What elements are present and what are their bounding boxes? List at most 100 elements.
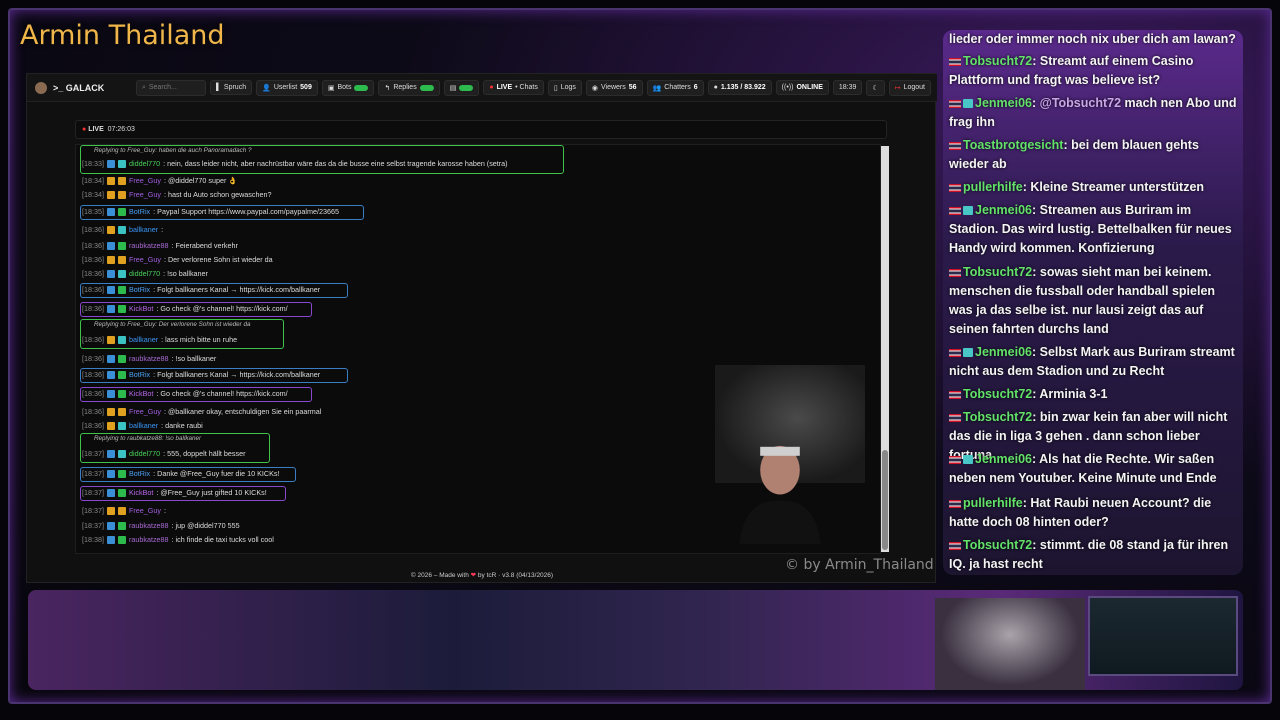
message-username[interactable]: KickBot: [129, 389, 153, 398]
reply-context: Replying to Free_Guy: haben die auch Pan…: [94, 147, 252, 154]
overlay-message: Tobsucht72: Arminia 3-1: [949, 385, 1241, 404]
message-username[interactable]: ballkaner: [129, 421, 158, 430]
theme-toggle[interactable]: ☾: [866, 79, 885, 96]
badge-icon: [106, 225, 115, 234]
message-text: : 555, doppelt hällt besser: [163, 449, 246, 458]
message-timestamp: [18:36]: [82, 241, 104, 250]
moon-icon: ☾: [872, 84, 879, 92]
badge-icon: [117, 176, 126, 185]
message-username[interactable]: Free_Guy: [129, 190, 161, 199]
eye-icon: ◉: [591, 84, 598, 92]
message-timestamp: [18:36]: [82, 225, 104, 234]
extra-toggle[interactable]: ▤: [443, 79, 480, 96]
badge-icon: [117, 469, 126, 478]
message-username[interactable]: raubkatze88: [129, 354, 169, 363]
badge-icon: [106, 535, 115, 544]
userlist-button[interactable]: 👤 Userlist 509: [256, 79, 318, 96]
users-icon: 👥: [652, 84, 662, 92]
message-timestamp: [18:36]: [82, 407, 104, 416]
message-username[interactable]: diddel770: [129, 269, 160, 278]
message-username[interactable]: BotRix: [129, 285, 150, 294]
flag-icon: [949, 57, 961, 66]
message-username[interactable]: raubkatze88: [129, 535, 169, 544]
live-chats-button[interactable]: ● LIVE • Chats: [483, 80, 544, 95]
app-logo[interactable]: >_ GALACK: [35, 81, 104, 94]
search-icon: ⌕: [141, 83, 146, 91]
toggle-switch[interactable]: [419, 84, 434, 91]
overlay-message: Jenmei06: Als hat die Rechte. Wir saßen …: [949, 450, 1241, 488]
message-text: : jup @diddel770 555: [171, 521, 240, 530]
overlay-username: Tobsucht72: [963, 265, 1033, 279]
separator: :: [1031, 96, 1040, 110]
message-timestamp: [18:36]: [82, 421, 104, 430]
chat-message: [18:36] KickBot: Go check @'s channel! ht…: [82, 389, 288, 398]
badge-icon: [117, 190, 126, 199]
chat-message: [18:36] BotRix: Folgt ballkaners Kanal → …: [82, 370, 320, 379]
spruch-button[interactable]: ▌ Spruch: [209, 80, 253, 95]
chat-message: [18:36] ballkaner: lass mich bitte un ruh…: [82, 335, 237, 344]
message-username[interactable]: BotRix: [129, 469, 150, 478]
bot-icon: ▣: [327, 84, 335, 92]
logout-button[interactable]: ↦ Logout: [888, 79, 931, 96]
moderator-icon: [963, 206, 973, 216]
flag-icon: [949, 206, 961, 215]
chat-icon: ▤: [449, 84, 457, 92]
message-timestamp: [18:37]: [82, 506, 104, 515]
badge-icon: [106, 335, 115, 344]
badge-icon: [117, 207, 126, 216]
message-username[interactable]: diddel770: [129, 159, 160, 168]
toggle-switch[interactable]: [459, 84, 474, 91]
user-icon: 👤: [262, 84, 271, 92]
message-username[interactable]: KickBot: [129, 304, 153, 313]
moderator-icon: [963, 348, 973, 358]
message-timestamp: [18:33]: [82, 159, 104, 168]
moderator-icon: [963, 99, 973, 109]
badge-icon: [106, 190, 115, 199]
chat-scrollbar[interactable]: [881, 146, 889, 552]
message-username[interactable]: Free_Guy: [129, 407, 161, 416]
bots-toggle[interactable]: ▣ Bots: [321, 79, 375, 96]
message-text: :: [163, 506, 166, 515]
badge-icon: [117, 521, 126, 530]
message-text: : ich finde die taxi tucks voll cool: [171, 535, 274, 544]
overlay-text: : Arminia 3-1: [1032, 387, 1108, 401]
channel-brand: Armin Thailand: [20, 20, 225, 51]
message-username[interactable]: Free_Guy: [129, 255, 161, 264]
badge-icon: [106, 354, 115, 363]
message-username[interactable]: raubkatze88: [129, 521, 169, 530]
message-username[interactable]: ballkaner: [129, 225, 158, 234]
doc-icon: ▯: [553, 84, 558, 92]
overlay-username: Jenmei06: [975, 452, 1032, 466]
viewers-button[interactable]: ◉ Viewers 56: [585, 79, 643, 96]
message-username[interactable]: Free_Guy: [129, 506, 161, 515]
overlay-mention: @Tobsucht72: [1039, 96, 1122, 110]
overlay-username: Jenmei06: [975, 345, 1032, 359]
message-text: : Go check @'s channel! https://kick.com…: [156, 304, 288, 313]
message-username[interactable]: raubkatze88: [129, 241, 169, 250]
message-text: : lass mich bitte un ruhe: [161, 335, 238, 344]
flag-icon: [949, 183, 961, 192]
outdoor-camera: [1088, 596, 1238, 676]
logs-button[interactable]: ▯ Logs: [547, 79, 582, 96]
message-username[interactable]: ballkaner: [129, 335, 158, 344]
watermark: © by Armin_Thailand: [785, 557, 934, 573]
message-username[interactable]: diddel770: [129, 449, 160, 458]
message-timestamp: [18:36]: [82, 354, 104, 363]
badge-icon: [117, 335, 126, 344]
message-username[interactable]: BotRix: [129, 207, 150, 216]
replies-toggle[interactable]: ↰ Replies: [378, 79, 440, 96]
message-username[interactable]: BotRix: [129, 370, 150, 379]
chat-message: [18:37] BotRix: Danke @Free_Guy fuer die …: [82, 469, 280, 478]
reply-icon: ↰: [384, 84, 391, 92]
search-input[interactable]: ⌕ Search...: [135, 79, 206, 96]
message-username[interactable]: Free_Guy: [129, 176, 161, 185]
overlay-message: pullerhilfe: Kleine Streamer unterstütze…: [949, 178, 1241, 197]
badge-icon: [117, 506, 126, 515]
badge-icon: [117, 488, 126, 497]
badge-icon: [117, 241, 126, 250]
chatters-button[interactable]: 👥 Chatters 6: [646, 79, 704, 96]
scrollbar-thumb[interactable]: [882, 450, 888, 550]
toggle-switch[interactable]: [354, 84, 369, 91]
message-username[interactable]: KickBot: [129, 488, 153, 497]
flag-icon: [949, 348, 961, 357]
